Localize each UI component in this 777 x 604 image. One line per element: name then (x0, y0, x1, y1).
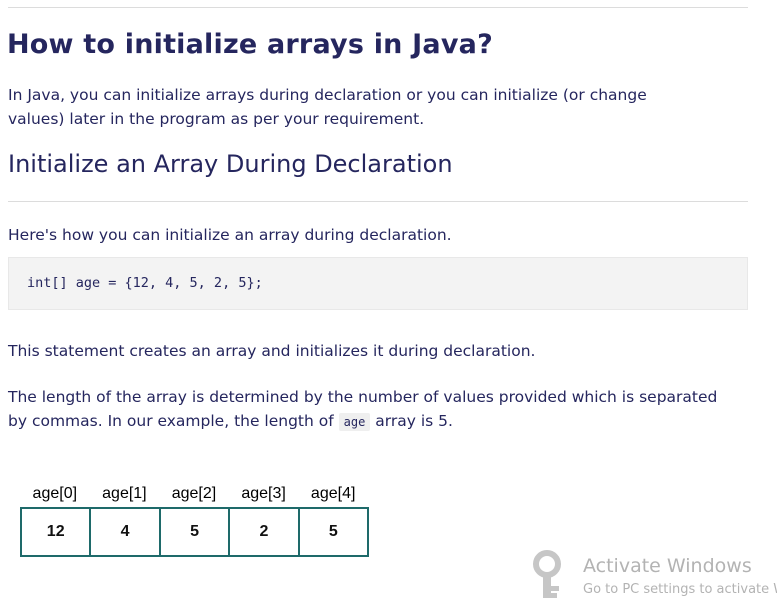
code-block[interactable]: int[] age = {12, 4, 5, 2, 5}; (8, 257, 748, 310)
lead-paragraph: Here's how you can initialize an array d… (8, 226, 452, 244)
length-paragraph: The length of the array is determined by… (8, 385, 738, 434)
array-label-2: age[2] (171, 485, 217, 502)
activate-windows-watermark: Activate Windows Go to PC settings to ac… (528, 548, 777, 604)
array-cell-0: 12 (22, 509, 92, 555)
array-label-0: age[0] (32, 485, 78, 502)
array-index-labels: age[0] age[1] age[2] age[3] age[4] (20, 485, 368, 503)
array-cell-3: 2 (230, 509, 300, 555)
watermark-subtitle: Go to PC settings to activate W (583, 582, 777, 597)
array-diagram: 12 4 5 2 5 (20, 507, 369, 557)
key-icon (528, 548, 578, 604)
watermark-title: Activate Windows (583, 555, 752, 577)
statement-paragraph: This statement creates an array and init… (8, 342, 536, 360)
intro-line-1: In Java, you can initialize arrays durin… (8, 86, 647, 104)
array-cell-4: 5 (328, 523, 338, 540)
code-line: int[] age = {12, 4, 5, 2, 5}; (27, 275, 263, 291)
array-cell-2: 5 (161, 509, 231, 555)
array-cell-1: 4 (91, 509, 161, 555)
page-title: How to initialize arrays in Java? (7, 29, 493, 60)
section-divider (8, 201, 748, 202)
intro-paragraph: In Java, you can initialize arrays durin… (8, 83, 738, 131)
length-line-1: The length of the array is determined by… (8, 388, 718, 406)
intro-line-2: values) later in the program as per your… (8, 110, 425, 128)
array-label-4: age[4] (310, 485, 356, 502)
section-heading: Initialize an Array During Declaration (8, 150, 453, 178)
array-label-3: age[3] (241, 485, 286, 502)
top-divider (8, 7, 748, 8)
array-label-1: age[1] (102, 485, 147, 502)
length-line-2-end: array is 5. (375, 412, 453, 430)
length-line-2-start: by commas. In our example, the length of (8, 412, 334, 430)
inline-code-age: age (338, 413, 371, 431)
